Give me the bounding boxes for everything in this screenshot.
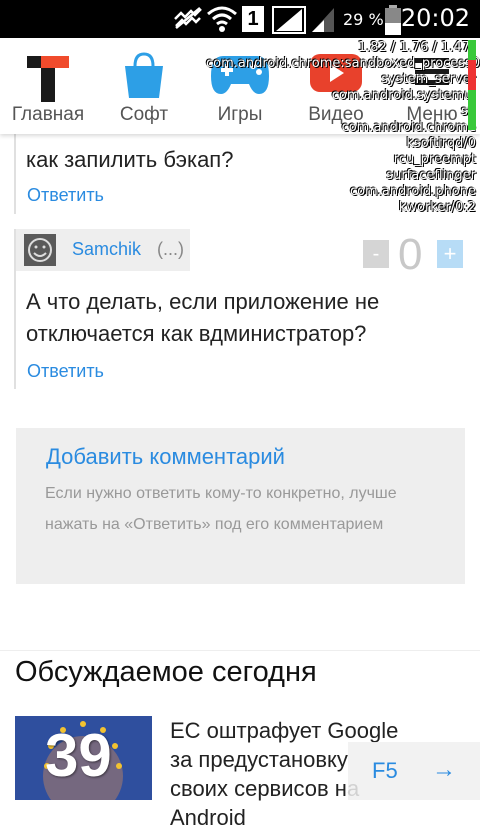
signal-icon bbox=[272, 6, 306, 34]
reply-link[interactable]: Ответить bbox=[27, 185, 104, 206]
avatar bbox=[24, 234, 56, 266]
comment-text: А что делать, если приложение не отключа… bbox=[26, 289, 380, 346]
load-15: 1.47 bbox=[441, 40, 470, 55]
process-item: com.android.chrome bbox=[341, 120, 476, 135]
article-thumbnail[interactable]: 39 bbox=[15, 716, 152, 800]
mute-icon bbox=[174, 7, 202, 29]
discussed-title: Обсуждаемое сегодня bbox=[15, 656, 317, 688]
nav-home[interactable]: Главная bbox=[0, 38, 96, 134]
process-item: com.android.phone bbox=[349, 184, 476, 199]
status-bar: 1 29 % 20:02 bbox=[0, 0, 480, 38]
vote-down-button[interactable]: - bbox=[363, 240, 389, 268]
reply-link[interactable]: Ответить bbox=[27, 361, 104, 382]
process-item: su bbox=[206, 104, 476, 120]
process-item: rcu_preempt bbox=[393, 152, 476, 167]
nav-home-label: Главная bbox=[11, 104, 85, 125]
shopping-bag-icon bbox=[125, 52, 163, 98]
comment-author-box: Samchik (...) bbox=[16, 229, 190, 271]
comment-count: 39 bbox=[45, 722, 112, 789]
add-comment-button[interactable]: Добавить комментарий bbox=[46, 444, 285, 470]
process-item: ksoftirqd/0 bbox=[406, 136, 476, 151]
refresh-button[interactable]: F5 bbox=[372, 758, 398, 784]
vote-up-button[interactable]: + bbox=[437, 240, 463, 268]
nav-soft[interactable]: Софт bbox=[96, 38, 192, 134]
comment-author[interactable]: Samchik bbox=[72, 239, 141, 260]
load-averages: 1.82 / 1.76 / 1.47 bbox=[357, 40, 470, 55]
load-5: 1.76 bbox=[399, 40, 429, 55]
thread-line bbox=[14, 134, 16, 214]
signal-2-icon bbox=[312, 8, 334, 32]
forward-arrow-icon[interactable]: → bbox=[432, 756, 456, 784]
vote-count: 0 bbox=[398, 230, 423, 279]
process-item: surfaceflinger bbox=[386, 168, 476, 183]
cpu-overlay: 1.82 / 1.76 / 1.47 com.android.chrome:sa… bbox=[206, 40, 480, 216]
nav-soft-label: Софт bbox=[119, 104, 169, 125]
section-divider bbox=[0, 650, 480, 651]
sim-indicator: 1 bbox=[242, 6, 264, 32]
process-item: kworker/0:2 bbox=[398, 200, 476, 215]
add-comment-hint: Если нужно ответить кому-то конкретно, л… bbox=[45, 485, 397, 533]
author-extra: (...) bbox=[157, 239, 184, 259]
process-item: system_server bbox=[381, 72, 476, 87]
add-comment-box: Добавить комментарий Если нужно ответить… bbox=[16, 428, 465, 584]
battery-percent: 29 % bbox=[343, 10, 384, 29]
wifi-icon bbox=[207, 6, 237, 32]
logo-icon bbox=[23, 52, 73, 102]
load-1: 1.82 bbox=[357, 40, 387, 55]
process-item: com.android.systemui bbox=[331, 88, 476, 103]
process-item: com.android.chrome:sandboxed_process0 bbox=[206, 56, 480, 71]
clock: 20:02 bbox=[400, 4, 470, 32]
cpu-bars bbox=[468, 40, 476, 130]
floating-bar: F5 → bbox=[348, 742, 480, 800]
